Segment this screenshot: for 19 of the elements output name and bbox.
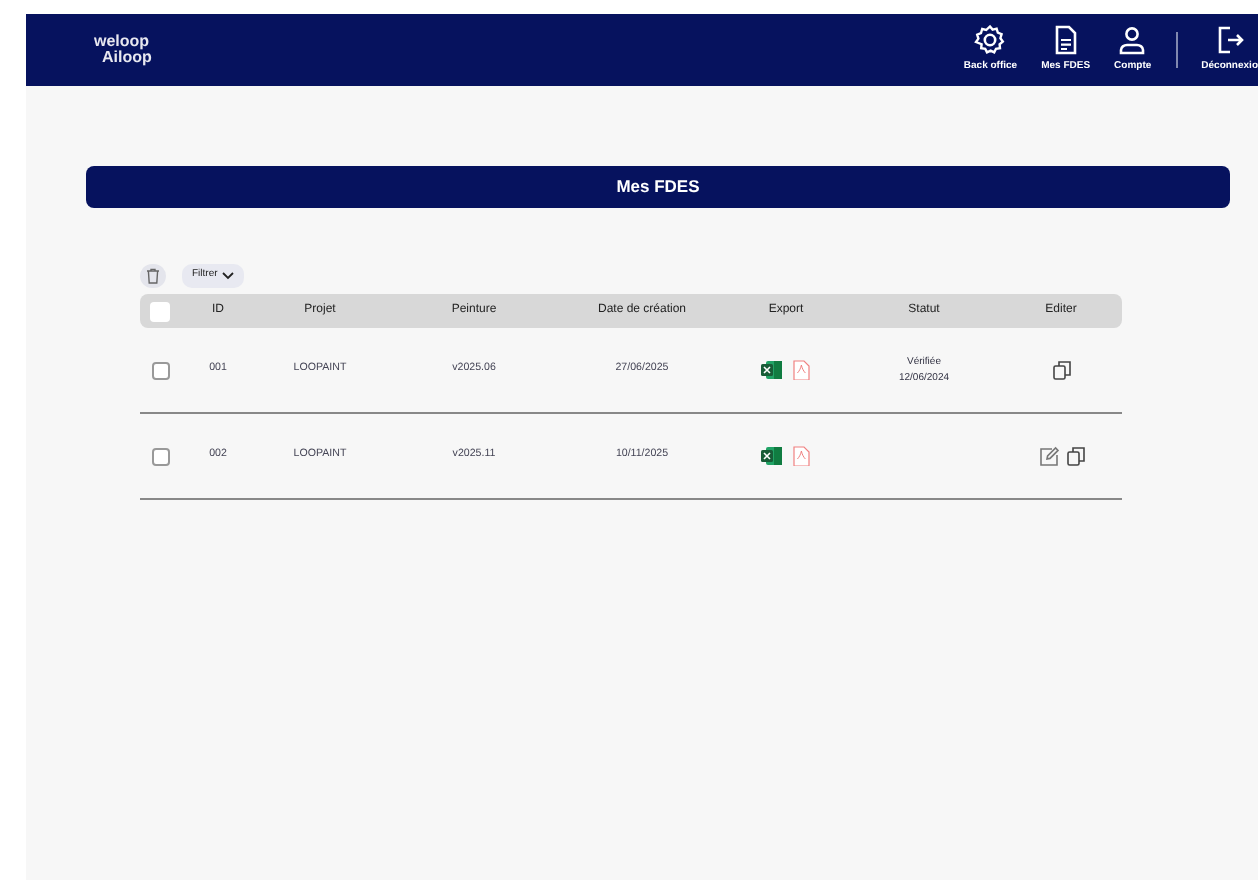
trash-icon xyxy=(146,268,160,284)
pdf-icon[interactable] xyxy=(792,446,812,466)
page-title: Mes FDES xyxy=(86,166,1230,208)
pdf-icon[interactable] xyxy=(792,360,812,380)
edit-icon[interactable] xyxy=(1037,446,1059,466)
chevron-down-icon xyxy=(221,272,234,280)
user-icon xyxy=(1116,24,1149,57)
logout-icon xyxy=(1213,24,1246,57)
logo-text: weloop xyxy=(94,34,152,50)
row-checkbox[interactable] xyxy=(152,361,170,379)
delete-button[interactable] xyxy=(140,264,166,288)
copy-icon[interactable] xyxy=(1051,360,1071,380)
gear-icon xyxy=(974,24,1007,57)
select-all-checkbox[interactable] xyxy=(150,301,170,321)
spreadsheet-icon[interactable] xyxy=(760,360,784,380)
copy-icon[interactable] xyxy=(1065,446,1085,466)
logo-text: Ailoop xyxy=(102,50,152,66)
spreadsheet-icon[interactable] xyxy=(760,446,784,466)
row-checkbox[interactable] xyxy=(152,447,170,465)
